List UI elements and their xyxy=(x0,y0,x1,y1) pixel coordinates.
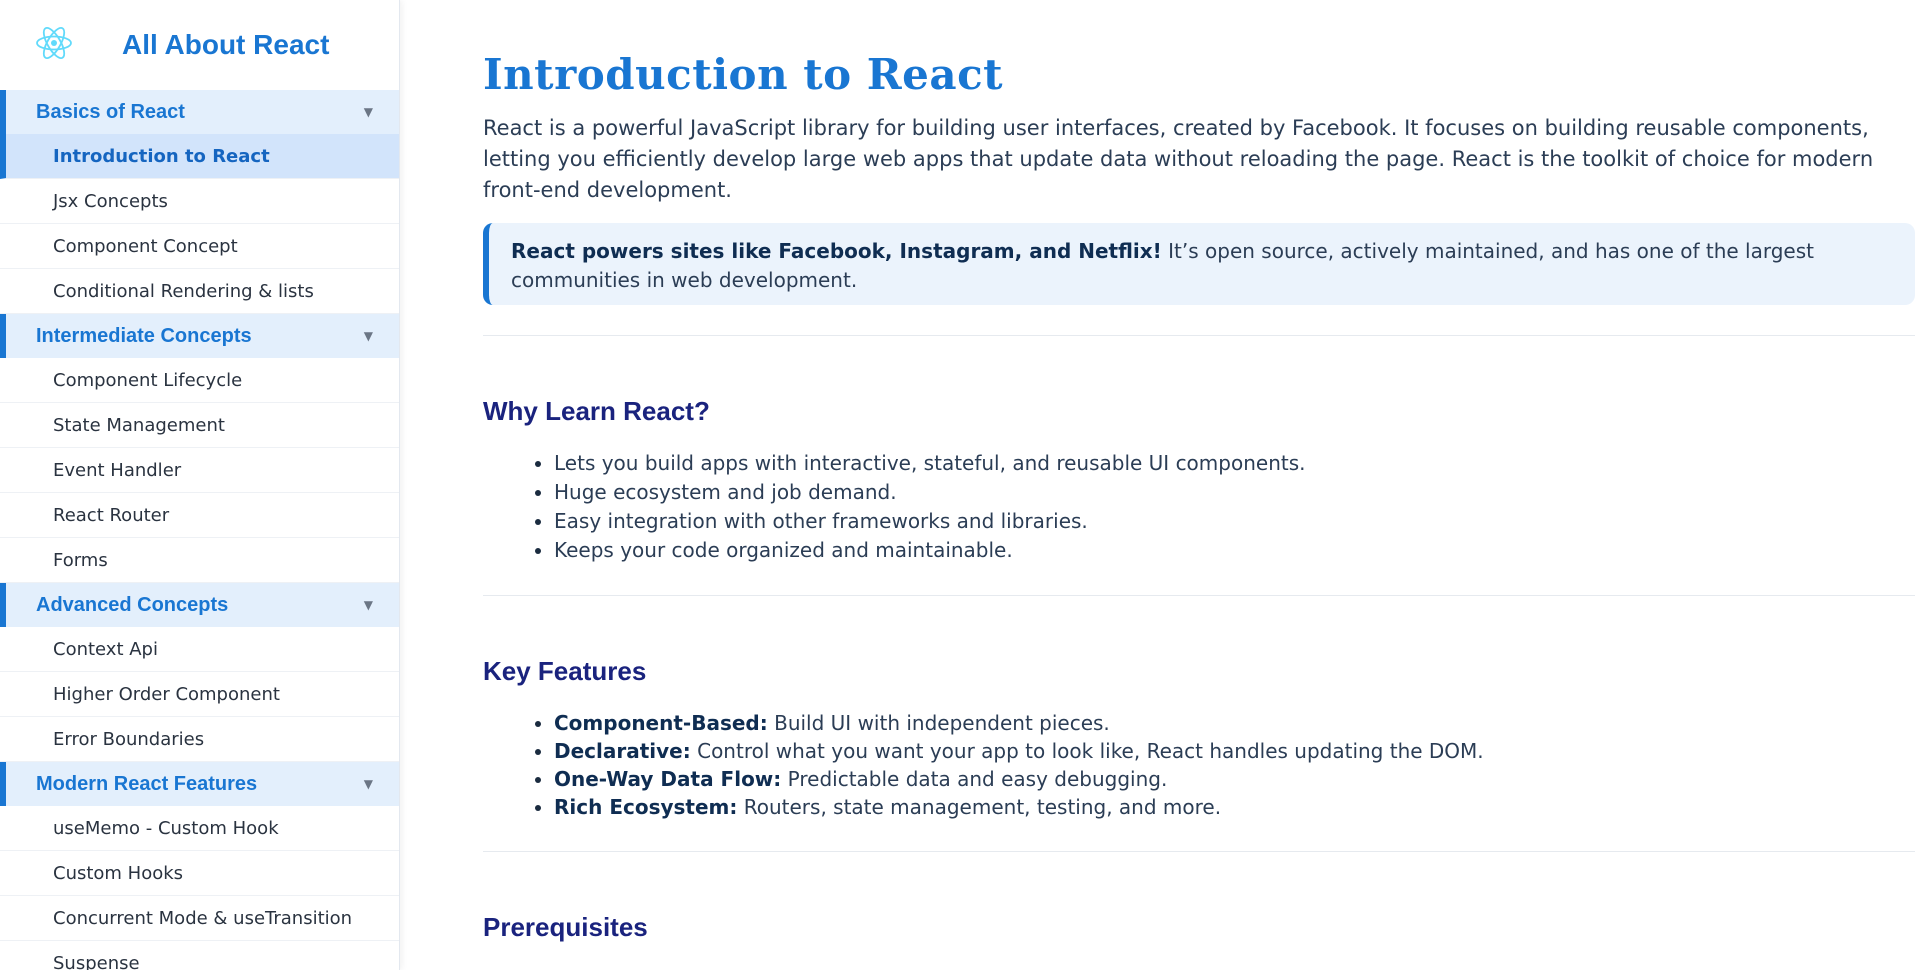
sidebar: All About React Basics of React ▼ Introd… xyxy=(0,0,400,970)
sidebar-item-error-boundaries[interactable]: Error Boundaries xyxy=(0,717,399,762)
sidebar-item-usememo-custom-hook[interactable]: useMemo - Custom Hook xyxy=(0,806,399,851)
sidebar-item-concurrent-mode[interactable]: Concurrent Mode & useTransition xyxy=(0,896,399,941)
section-title: Advanced Concepts xyxy=(36,593,229,616)
callout-bold-text: React powers sites like Facebook, Instag… xyxy=(511,239,1162,263)
feature-term: One-Way Data Flow: xyxy=(554,767,782,791)
section-header-advanced[interactable]: Advanced Concepts ▼ xyxy=(0,583,399,627)
divider xyxy=(483,851,1915,852)
sidebar-item-component-lifecycle[interactable]: Component Lifecycle xyxy=(0,358,399,403)
chevron-down-icon: ▼ xyxy=(363,105,373,119)
divider xyxy=(483,335,1915,336)
sidebar-item-introduction-to-react[interactable]: Introduction to React xyxy=(0,134,399,179)
section-header-basics[interactable]: Basics of React ▼ xyxy=(0,90,399,134)
sidebar-item-jsx-concepts[interactable]: Jsx Concepts xyxy=(0,179,399,224)
section-header-intermediate[interactable]: Intermediate Concepts ▼ xyxy=(0,314,399,358)
info-callout: React powers sites like Facebook, Instag… xyxy=(483,223,1915,305)
feature-desc: Predictable data and easy debugging. xyxy=(781,767,1168,791)
section-title: Basics of React xyxy=(36,100,185,123)
feature-desc: Routers, state management, testing, and … xyxy=(737,795,1222,819)
sidebar-item-event-handler[interactable]: Event Handler xyxy=(0,448,399,493)
list-item: Rich Ecosystem: Routers, state managemen… xyxy=(554,793,1915,821)
brand[interactable]: All About React xyxy=(0,0,399,90)
divider xyxy=(483,595,1915,596)
sidebar-item-higher-order-component[interactable]: Higher Order Component xyxy=(0,672,399,717)
prerequisites-heading: Prerequisites xyxy=(483,912,648,942)
page-title: Introduction to React xyxy=(483,50,1004,99)
feature-desc: Build UI with independent pieces. xyxy=(767,711,1110,735)
sidebar-item-suspense[interactable]: Suspense xyxy=(0,941,399,970)
why-learn-list: Lets you build apps with interactive, st… xyxy=(483,449,1915,565)
sidebar-item-react-router[interactable]: React Router xyxy=(0,493,399,538)
list-item: Easy integration with other frameworks a… xyxy=(554,507,1915,536)
feature-term: Component-Based: xyxy=(554,711,768,735)
feature-term: Rich Ecosystem: xyxy=(554,795,738,819)
list-item: Declarative: Control what you want your … xyxy=(554,737,1915,765)
sidebar-item-conditional-rendering[interactable]: Conditional Rendering & lists xyxy=(0,269,399,314)
list-item: One-Way Data Flow: Predictable data and … xyxy=(554,765,1915,793)
list-item: Lets you build apps with interactive, st… xyxy=(554,449,1915,478)
why-learn-heading: Why Learn React? xyxy=(483,396,710,426)
feature-term: Declarative: xyxy=(554,739,691,763)
key-features-heading: Key Features xyxy=(483,656,647,686)
sidebar-item-custom-hooks[interactable]: Custom Hooks xyxy=(0,851,399,896)
list-item: Huge ecosystem and job demand. xyxy=(554,478,1915,507)
section-title: Intermediate Concepts xyxy=(36,324,252,347)
list-item: Component-Based: Build UI with independe… xyxy=(554,709,1915,737)
sidebar-item-state-management[interactable]: State Management xyxy=(0,403,399,448)
react-atom-icon xyxy=(34,23,74,67)
chevron-down-icon: ▼ xyxy=(363,329,373,343)
sidebar-item-context-api[interactable]: Context Api xyxy=(0,627,399,672)
key-features-list: Component-Based: Build UI with independe… xyxy=(483,709,1915,821)
section-header-modern[interactable]: Modern React Features ▼ xyxy=(0,762,399,806)
feature-desc: Control what you want your app to look l… xyxy=(690,739,1484,763)
section-title: Modern React Features xyxy=(36,772,258,795)
chevron-down-icon: ▼ xyxy=(363,598,373,612)
brand-title: All About React xyxy=(122,29,330,60)
main-content: Introduction to React React is a powerfu… xyxy=(483,0,1915,970)
sidebar-item-component-concept[interactable]: Component Concept xyxy=(0,224,399,269)
sidebar-item-forms[interactable]: Forms xyxy=(0,538,399,583)
list-item: Keeps your code organized and maintainab… xyxy=(554,536,1915,565)
intro-paragraph: React is a powerful JavaScript library f… xyxy=(483,116,1874,202)
chevron-down-icon: ▼ xyxy=(363,777,373,791)
